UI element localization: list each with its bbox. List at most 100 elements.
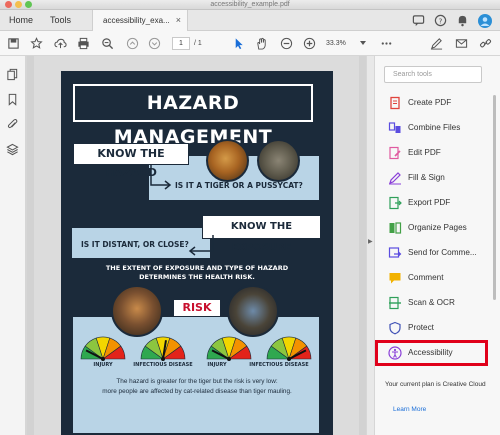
user-avatar[interactable] xyxy=(478,14,492,28)
know-exposure-box: KNOW THE EXPOSURE xyxy=(202,215,321,253)
poster-summary-line1: The hazard is greater for the tiger but … xyxy=(116,378,278,385)
tool-label: Combine Files xyxy=(408,123,461,132)
tool-combine-files[interactable]: Combine Files xyxy=(385,118,497,138)
zoom-level-value: 33.3% xyxy=(326,40,346,47)
tool-comment[interactable]: Comment xyxy=(385,268,497,288)
tool-label: Fill & Sign xyxy=(408,173,445,182)
tab-document[interactable]: accessibility_exa... × xyxy=(92,10,188,32)
notification-bell-icon[interactable] xyxy=(456,14,469,27)
tool-label: Edit PDF xyxy=(408,148,441,157)
tool-protect[interactable]: Protect xyxy=(385,318,497,338)
close-tab-icon[interactable]: × xyxy=(176,10,181,31)
poster-title: HAZARD MANAGEMENT xyxy=(73,84,313,148)
tab-bar: Home Tools accessibility_exa... × ? xyxy=(0,10,500,32)
tool-label: Export PDF xyxy=(408,198,451,207)
svg-text:?: ? xyxy=(439,16,443,25)
gauge-hub xyxy=(101,357,105,361)
tool-create-pdf[interactable]: Create PDF xyxy=(385,93,497,113)
page-thumbnails-icon[interactable] xyxy=(6,68,19,81)
page-down-icon[interactable] xyxy=(148,37,161,50)
zoom-level-select[interactable]: 33.3% xyxy=(326,37,370,50)
poster-summary-line2: more people are affected by cat-related … xyxy=(102,387,292,395)
bookmarks-icon[interactable] xyxy=(6,93,19,106)
send-comment-icon xyxy=(388,247,402,258)
layers-icon[interactable] xyxy=(6,143,19,156)
tool-edit-pdf[interactable]: Edit PDF xyxy=(385,143,497,163)
gauge-hub xyxy=(227,357,231,361)
tab-document-label: accessibility_exa... xyxy=(103,16,170,25)
gauge-label-2: INFECTIOUS DISEASE xyxy=(133,362,193,368)
share-link-icon[interactable] xyxy=(479,37,492,50)
poster-summary: The hazard is greater for the tiger but … xyxy=(75,377,319,396)
upload-cloud-icon[interactable] xyxy=(54,37,67,50)
email-icon[interactable] xyxy=(455,37,468,50)
create-pdf-icon xyxy=(390,96,400,110)
hazard-question: IS IT A TIGER OR A PUSSYCAT? xyxy=(175,181,303,190)
right-panel-splitter[interactable]: ▶ xyxy=(366,56,374,435)
exposure-text-line2: DETERMINES THE HEALTH RISK. xyxy=(139,273,255,281)
tool-send-comment[interactable]: Send for Comme... xyxy=(385,243,497,263)
risk-gauges xyxy=(80,336,312,361)
left-navigation-rail xyxy=(0,56,26,435)
gauge-label-1: INJURY xyxy=(93,362,113,368)
tool-label: Organize Pages xyxy=(408,223,467,232)
page-number-input[interactable]: 1 xyxy=(172,37,190,50)
chat-icon[interactable] xyxy=(412,14,425,27)
tools-panel: Search tools Create PDF Combine Files Edit… xyxy=(374,56,500,435)
zoom-out-icon[interactable] xyxy=(280,37,293,50)
tool-export-pdf[interactable]: Export PDF xyxy=(385,193,497,213)
main-toolbar: 1 / 1 33.3% xyxy=(0,31,500,56)
tool-label: Create PDF xyxy=(408,98,452,107)
learn-more-link[interactable]: Learn More xyxy=(393,406,426,413)
page-up-icon[interactable] xyxy=(126,37,139,50)
exposure-arrow-icon xyxy=(188,235,214,256)
more-options-icon[interactable] xyxy=(380,37,393,50)
zoom-search-icon[interactable] xyxy=(101,37,114,50)
know-hazard-box: KNOW THE HAZARD xyxy=(73,143,189,179)
scan-ocr-icon xyxy=(389,296,401,310)
select-cursor-icon[interactable] xyxy=(232,37,245,50)
tool-label: Scan & OCR xyxy=(408,298,455,307)
tool-label: Comment xyxy=(408,273,444,282)
tool-label: Protect xyxy=(408,323,434,332)
zoom-in-icon[interactable] xyxy=(303,37,316,50)
cat-photo xyxy=(257,139,300,182)
hazard-arrow-icon xyxy=(150,165,172,190)
collapse-right-arrow-icon[interactable]: ▶ xyxy=(368,238,373,245)
organize-pages-icon xyxy=(389,222,402,234)
edit-pdf-icon xyxy=(389,146,401,160)
accessibility-highlight-box xyxy=(375,340,488,366)
hand-tool-icon[interactable] xyxy=(255,37,268,50)
protect-icon xyxy=(389,321,401,335)
print-icon[interactable] xyxy=(77,37,90,50)
gauge-label-4: INFECTIOUS DISEASE xyxy=(249,362,309,368)
window-title-bar: accessibility_example.pdf xyxy=(0,0,500,10)
attachments-icon[interactable] xyxy=(6,118,19,131)
exposure-text-line1: THE EXTENT OF EXPOSURE AND TYPE OF HAZAR… xyxy=(105,264,289,272)
comment-icon xyxy=(389,273,401,284)
gauge-hub xyxy=(161,357,165,361)
risk-label: RISK xyxy=(174,300,220,316)
tab-home[interactable]: Home xyxy=(9,10,33,31)
tools-scrollbar[interactable] xyxy=(493,95,496,300)
chevron-down-icon xyxy=(360,41,366,45)
gauge-label-3: INJURY xyxy=(207,362,227,368)
help-icon[interactable]: ? xyxy=(434,14,447,27)
tool-scan-ocr[interactable]: Scan & OCR xyxy=(385,293,497,313)
sign-pen-icon[interactable] xyxy=(430,37,443,50)
tool-fill-sign[interactable]: Fill & Sign xyxy=(385,168,497,188)
combine-files-icon xyxy=(388,122,401,133)
bookmark-star-icon[interactable] xyxy=(30,37,43,50)
tiger-photo xyxy=(206,139,249,182)
hazard-poster: HAZARD MANAGEMENT KNOW THE HAZARD IS IT … xyxy=(61,71,333,435)
fill-sign-icon xyxy=(389,172,401,185)
export-pdf-icon xyxy=(389,196,402,210)
exposure-question: IS IT DISTANT, OR CLOSE? xyxy=(81,240,189,249)
search-tools-input[interactable]: Search tools xyxy=(384,66,482,83)
plan-text: Your current plan is Creative Cloud xyxy=(385,381,486,388)
save-icon[interactable] xyxy=(7,37,20,50)
tool-organize-pages[interactable]: Organize Pages xyxy=(385,218,497,238)
gauge-hub xyxy=(287,357,291,361)
tab-tools[interactable]: Tools xyxy=(50,10,71,31)
tool-label: Send for Comme... xyxy=(408,248,477,257)
